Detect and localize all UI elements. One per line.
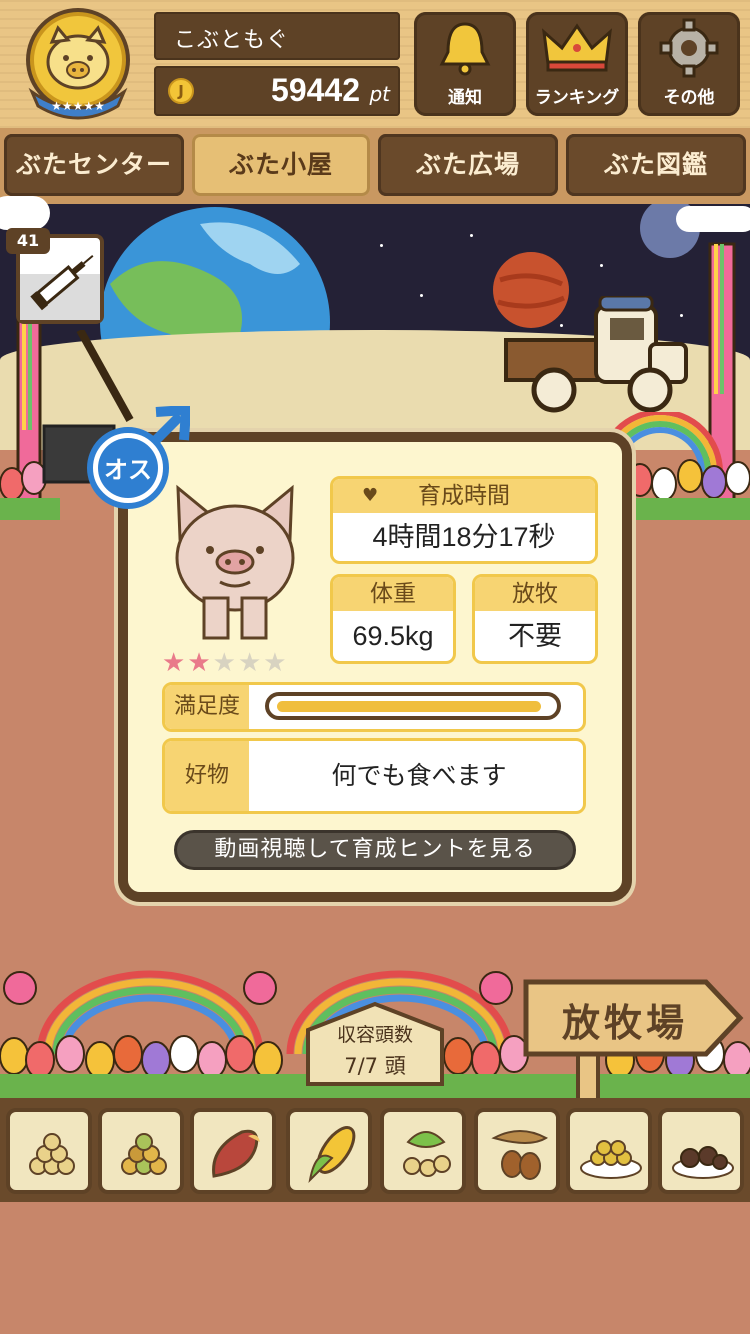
injection-count: 41 — [6, 228, 50, 254]
gear-icon — [659, 18, 719, 78]
rarity-stars: ★★★★★ — [162, 648, 289, 678]
capacity-sign — [306, 1001, 444, 1086]
tab-buta-zukan[interactable]: ぶた図鑑 — [566, 134, 746, 196]
meatball-plate-icon — [672, 1146, 734, 1179]
satisfaction-row: 満足度 — [162, 682, 586, 732]
weight-value: 69.5kg — [352, 621, 434, 651]
main-tabs: ぶたセンター ぶた小屋 ぶた広場 ぶた図鑑 — [0, 128, 750, 204]
watch-video-hint-button[interactable]: 動画視聴して育成ヒントを見る — [174, 830, 576, 870]
star-icon: ★ — [212, 648, 238, 678]
points-box: J 59442 pt — [154, 66, 400, 116]
tab-buta-center[interactable]: ぶたセンター — [4, 134, 184, 196]
cloud-decoration — [0, 196, 50, 230]
top-header: ★★★★★ こぶともぐ J 59442 pt 通知 ランキング その他 — [0, 0, 750, 128]
bottom-ground — [0, 1210, 750, 1334]
food-slot-corn[interactable] — [286, 1108, 372, 1194]
player-avatar-icon[interactable]: ★★★★★ — [14, 6, 142, 122]
notification-label: 通知 — [448, 88, 482, 108]
food-slot-meatball-plate[interactable] — [658, 1108, 744, 1194]
soybean-icon — [403, 1131, 451, 1177]
raising-time-header: ♥ 育成時間 — [333, 479, 595, 513]
satisfaction-gauge — [265, 692, 561, 720]
coin-icon: J — [168, 78, 194, 104]
pasture-sign-button[interactable]: 放牧場 — [520, 976, 746, 1108]
tab-buta-goya[interactable]: ぶた小屋 — [192, 134, 370, 196]
sweet-potato-icon — [212, 1129, 260, 1178]
food-slot-grain-plate[interactable] — [566, 1108, 652, 1194]
food-slot-acorn[interactable] — [474, 1108, 560, 1194]
ranking-label: ランキング — [534, 88, 620, 108]
star-icon: ★ — [162, 648, 188, 678]
svg-text:★★★★★: ★★★★★ — [51, 99, 105, 113]
satisfaction-gauge-fill — [277, 701, 541, 712]
corn-icon — [308, 1126, 356, 1183]
acorn-icon — [491, 1130, 548, 1180]
pasture-sign-label: 放牧場 — [561, 1001, 688, 1045]
points-value: 59442 — [271, 72, 360, 108]
weight-box: 体重 69.5kg — [330, 574, 456, 664]
other-label: その他 — [663, 88, 715, 108]
satisfaction-label: 満足度 — [165, 685, 249, 729]
grazing-label: 放牧 — [475, 577, 595, 611]
star-icon: ★ — [263, 648, 289, 678]
heart-icon: ♥ — [362, 485, 379, 506]
favorite-label: 好物 — [165, 741, 249, 811]
points-unit: pt — [369, 82, 390, 106]
bell-icon — [439, 22, 491, 76]
favorite-value: 何でも食べます — [331, 761, 507, 790]
raising-time-label: 育成時間 — [418, 483, 510, 509]
food-slot-grain-pile[interactable] — [6, 1108, 92, 1194]
other-button[interactable]: その他 — [638, 12, 740, 116]
pig-portrait-icon — [175, 484, 295, 640]
raising-time-box: ♥ 育成時間 4時間18分17秒 — [330, 476, 598, 564]
star-icon: ★ — [237, 648, 264, 678]
star-icon: ★ — [187, 648, 213, 678]
tab-buta-hiroba[interactable]: ぶた広場 — [378, 134, 558, 196]
grazing-value: 不要 — [508, 621, 562, 651]
grazing-box: 放牧 不要 — [472, 574, 598, 664]
food-slot-soybean[interactable] — [380, 1108, 466, 1194]
ranking-button[interactable]: ランキング — [526, 12, 628, 116]
grain-plate-icon — [580, 1140, 642, 1179]
truck-decoration — [504, 296, 688, 413]
crown-icon — [542, 23, 612, 72]
player-name-box: こぶともぐ — [154, 12, 400, 60]
food-slot-mixed-grain[interactable] — [98, 1108, 184, 1194]
favorite-food-row: 好物 何でも食べます — [162, 738, 586, 814]
player-name: こぶともぐ — [174, 28, 290, 53]
gender-label: オス — [104, 456, 152, 484]
notification-button[interactable]: 通知 — [414, 12, 516, 116]
raising-time-value: 4時間18分17秒 — [372, 522, 556, 552]
food-slot-sweet-potato[interactable] — [190, 1108, 276, 1194]
cloud-decoration — [676, 206, 750, 232]
mixed-grain-icon — [121, 1133, 167, 1175]
weight-label: 体重 — [333, 577, 453, 611]
grain-pile-icon — [29, 1133, 75, 1175]
